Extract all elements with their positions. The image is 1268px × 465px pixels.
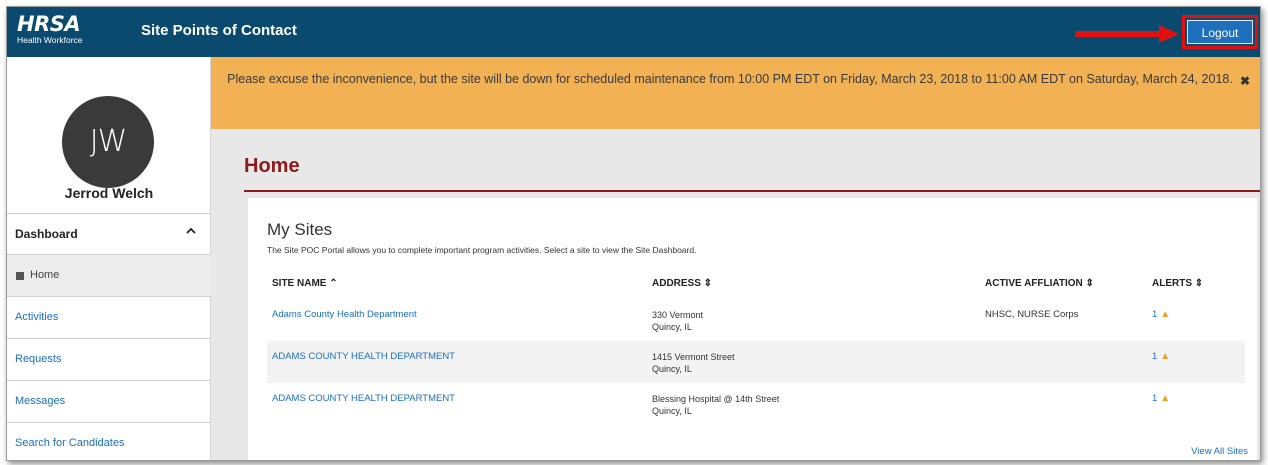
banner-text: Please excuse the inconvenience, but the… <box>227 72 1233 86</box>
panel-description: The Site POC Portal allows you to comple… <box>267 245 697 255</box>
red-arrow-icon <box>1075 25 1179 43</box>
alerts-cell[interactable]: 1 ▲ <box>1152 351 1170 362</box>
column-header-site-name[interactable]: SITE NAME ⌃ <box>272 278 338 289</box>
address-city: Quincy, IL <box>652 364 692 374</box>
hrsa-logo[interactable]: HRSA Health Workforce <box>17 12 83 46</box>
alerts-count[interactable]: 1 <box>1152 309 1157 320</box>
app-window: HRSA Health Workforce Site Points of Con… <box>6 6 1261 461</box>
address-line: 330 Vermont <box>652 310 704 320</box>
sidebar-item-label: Search for Candidates <box>15 437 125 449</box>
sidebar-section-dashboard[interactable]: Dashboard <box>7 213 211 255</box>
close-icon[interactable]: ✖ <box>1240 74 1250 88</box>
table-row: ADAMS COUNTY HEALTH DEPARTMENT 1415 Verm… <box>267 341 1245 383</box>
address-line: 1415 Vermont Street <box>652 352 735 362</box>
sidebar-section-label: Dashboard <box>15 227 78 241</box>
warning-triangle-icon: ▲ <box>1160 393 1171 404</box>
my-sites-panel: My Sites The Site POC Portal allows you … <box>248 198 1257 460</box>
title-divider <box>244 190 1260 192</box>
sidebar-item-requests[interactable]: Requests <box>7 339 211 381</box>
square-bullet-icon <box>16 272 24 280</box>
column-header-address[interactable]: ADDRESS ⇕ <box>652 278 712 289</box>
alerts-count[interactable]: 1 <box>1152 351 1157 362</box>
sidebar-item-messages[interactable]: Messages <box>7 381 211 423</box>
maintenance-banner: Please excuse the inconvenience, but the… <box>211 57 1260 129</box>
logo-main-text: HRSA <box>17 12 81 36</box>
table-row: Adams County Health Department 330 Vermo… <box>267 299 1245 341</box>
alerts-cell[interactable]: 1 ▲ <box>1152 309 1170 320</box>
address-city: Quincy, IL <box>652 406 692 416</box>
sidebar-item-activities[interactable]: Activities <box>7 297 211 339</box>
avatar: JW <box>62 96 154 188</box>
alerts-count[interactable]: 1 <box>1152 393 1157 404</box>
panel-title: My Sites <box>267 220 333 239</box>
site-address: 1415 Vermont Street Quincy, IL <box>652 351 735 375</box>
view-all-sites-link[interactable]: View All Sites <box>1191 446 1248 457</box>
warning-triangle-icon: ▲ <box>1160 351 1171 362</box>
logout-button[interactable]: Logout <box>1187 20 1253 44</box>
app-title: Site Points of Contact <box>141 22 297 39</box>
warning-triangle-icon: ▲ <box>1160 309 1171 320</box>
logo-sub-text: Health Workforce <box>17 35 83 45</box>
column-header-alerts[interactable]: ALERTS ⇕ <box>1152 278 1203 289</box>
sidebar-item-label: Messages <box>15 395 66 407</box>
sidebar-item-label: Activities <box>15 311 59 323</box>
site-name-link[interactable]: Adams County Health Department <box>272 309 417 320</box>
main-content: Please excuse the inconvenience, but the… <box>211 57 1260 460</box>
alerts-cell[interactable]: 1 ▲ <box>1152 393 1170 404</box>
top-bar: HRSA Health Workforce Site Points of Con… <box>7 7 1260 57</box>
address-city: Quincy, IL <box>652 322 692 332</box>
column-header-affiliation[interactable]: ACTIVE AFFLIATION ⇕ <box>985 278 1094 289</box>
site-affiliation: NHSC, NURSE Corps <box>985 309 1079 320</box>
page-title: Home <box>244 155 300 177</box>
sidebar-item-home[interactable]: Home <box>7 255 211 297</box>
address-line: Blessing Hospital @ 14th Street <box>652 394 780 404</box>
site-name-link[interactable]: ADAMS COUNTY HEALTH DEPARTMENT <box>272 351 455 362</box>
logout-highlight: Logout <box>1182 15 1258 49</box>
chevron-up-icon[interactable] <box>185 224 197 240</box>
sidebar-item-search-candidates[interactable]: Search for Candidates <box>7 423 211 460</box>
sidebar-item-label: Requests <box>15 353 62 365</box>
site-address: 330 Vermont Quincy, IL <box>652 309 703 333</box>
site-name-link[interactable]: ADAMS COUNTY HEALTH DEPARTMENT <box>272 393 455 404</box>
sidebar: JW Jerrod Welch Dashboard Home Activitie… <box>7 57 211 460</box>
user-name: Jerrod Welch <box>64 185 154 201</box>
table-row: ADAMS COUNTY HEALTH DEPARTMENT Blessing … <box>267 383 1245 425</box>
sidebar-item-label: Home <box>30 269 60 281</box>
site-address: Blessing Hospital @ 14th Street Quincy, … <box>652 393 779 417</box>
